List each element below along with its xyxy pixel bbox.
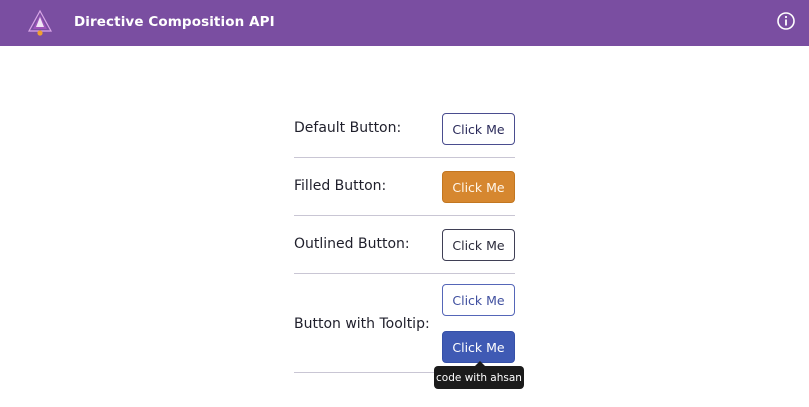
tooltip-outline-click-button[interactable]: Click Me (442, 284, 515, 316)
outlined-button-label: Outlined Button: (294, 236, 410, 252)
angular-logo-icon (27, 9, 53, 36)
row-default-button: Default Button: Click Me (294, 110, 515, 158)
row-filled-button: Filled Button: Click Me (294, 158, 515, 216)
tooltip: code with ahsan (434, 366, 524, 389)
outlined-click-button[interactable]: Click Me (442, 229, 515, 261)
filled-click-button[interactable]: Click Me (442, 171, 515, 203)
default-button-label: Default Button: (294, 120, 402, 136)
app-title: Directive Composition API (74, 14, 275, 30)
filled-button-label: Filled Button: (294, 178, 387, 194)
row-outlined-button: Outlined Button: Click Me (294, 216, 515, 274)
tooltip-button-label: Button with Tooltip: (294, 316, 430, 332)
info-circle-icon[interactable] (776, 11, 796, 31)
app-toolbar: Directive Composition API (0, 0, 809, 46)
row-tooltip-button: Button with Tooltip: Click Me Click Me (294, 274, 515, 373)
tooltip-filled-click-button[interactable]: Click Me (442, 331, 515, 363)
default-click-button[interactable]: Click Me (442, 113, 515, 145)
